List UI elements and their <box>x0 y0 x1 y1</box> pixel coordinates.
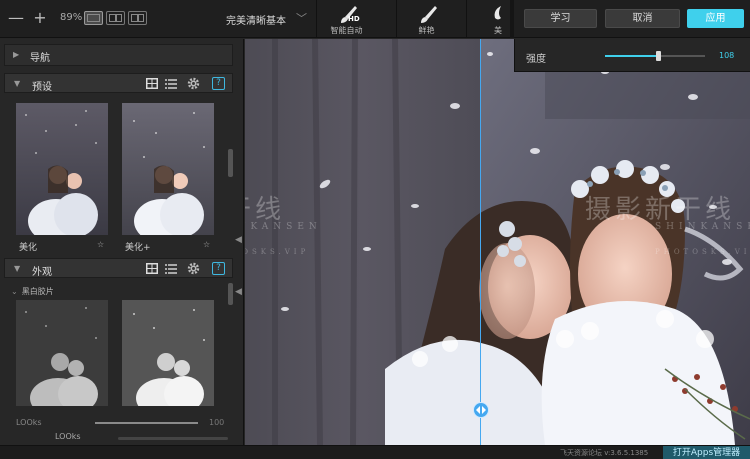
zoom-in-button[interactable]: + <box>32 8 48 27</box>
presets-title: 预设 <box>32 82 52 93</box>
watermark-left-en: SHINKANSEN <box>245 222 322 232</box>
split-view-icon[interactable] <box>128 11 147 25</box>
image-canvas[interactable]: 摄影新干线 SHINKANSEN PHOTOSKS.VIP 摄影新干线 SHIN… <box>245 39 750 445</box>
strength-slider[interactable] <box>605 51 705 61</box>
appearance-section-header[interactable]: ▼ 外观 ? <box>4 258 233 278</box>
list-view-icon[interactable] <box>165 78 177 89</box>
group-caption[interactable]: ⌄ 黑白胶片 <box>11 286 54 297</box>
collapse-arrow-icon: ▼ <box>14 79 21 88</box>
photo-preview <box>245 39 750 445</box>
gear-icon[interactable] <box>187 77 200 90</box>
brush-icon <box>397 4 456 24</box>
looks-label: LOOks <box>16 418 42 427</box>
expand-arrow-icon: ▶ <box>13 50 20 59</box>
preset-label: 美化 <box>19 243 38 253</box>
strength-slider-thumb[interactable] <box>656 51 661 61</box>
single-view-icon[interactable] <box>84 11 103 25</box>
navigation-section[interactable]: ▶ 导航 <box>4 44 233 66</box>
preset-name[interactable]: 完美清晰基本 <box>226 12 286 27</box>
collapse-left-panel-icon[interactable]: ◀ <box>235 235 242 245</box>
compare-split-line[interactable] <box>480 39 481 445</box>
watermark-left: 摄影新干线 <box>245 195 286 225</box>
strength-slider-fill <box>605 55 658 57</box>
appearance-title: 外观 <box>32 267 52 278</box>
tool-beauty[interactable]: 美 <box>466 0 510 38</box>
zoom-out-button[interactable]: — <box>8 8 24 27</box>
watermark-right-en: SHINKANSEN <box>655 222 750 232</box>
left-panel: ▶ 导航 ▼ 预设 ? 美化 ☆ 美化+ ☆ ▼ 外观 ? ⌄ 黑白胶片 LOO… <box>0 39 244 445</box>
status-bar: 飞天资源论坛 v:3.6.5.1385 打开Apps管理器 <box>0 445 750 459</box>
tool-vivid[interactable]: 鲜艳 <box>396 0 456 38</box>
side-by-side-view-icon[interactable] <box>106 11 125 25</box>
svg-text:HD: HD <box>348 15 360 23</box>
brush-icon <box>467 4 510 24</box>
look-thumbnail[interactable] <box>16 300 108 406</box>
collapse-arrow-icon: ▼ <box>14 264 21 273</box>
navigation-title: 导航 <box>30 53 50 64</box>
gear-icon[interactable] <box>187 262 200 275</box>
looks-value: 100 <box>209 418 225 427</box>
appearance-scrollbar[interactable] <box>228 283 233 305</box>
favorite-star-icon[interactable]: ☆ <box>97 240 104 249</box>
watermark-left-url: PHOTOSKS.VIP <box>245 248 310 256</box>
watermark-right: 摄影新干线 <box>585 195 736 225</box>
tool-label: 美 <box>494 26 502 35</box>
preset-label: 美化+ <box>125 243 151 253</box>
open-apps-manager-button[interactable]: 打开Apps管理器 <box>663 446 750 459</box>
bw-photo-icon <box>122 300 214 406</box>
preset-thumbnail[interactable] <box>16 103 108 235</box>
horizontal-scrollbar[interactable] <box>118 437 228 440</box>
double-arrow-icon <box>476 406 486 414</box>
grid-view-icon[interactable] <box>146 78 158 89</box>
favorite-star-icon[interactable]: ☆ <box>203 240 210 249</box>
watermark-right-url: PHOTOSKS.VIP <box>655 248 750 256</box>
tool-label: 鲜艳 <box>418 26 435 35</box>
tool-label: 智能自动 <box>330 26 363 35</box>
toolbar-divider <box>510 0 514 38</box>
looks-mini-label: LOOks <box>55 432 81 441</box>
split-drag-handle[interactable] <box>473 402 489 418</box>
grid-view-icon[interactable] <box>146 263 158 274</box>
group-label: 黑白胶片 <box>21 287 54 296</box>
list-view-icon[interactable] <box>165 263 177 274</box>
looks-slider[interactable] <box>95 422 198 424</box>
strength-label: 强度 <box>526 54 546 65</box>
strength-panel: 强度 108 <box>514 39 750 72</box>
preset-photo-icon <box>122 103 214 235</box>
preset-photo-icon <box>16 103 108 235</box>
app-window: — + 89% 完美清晰基本 ﹀ HD 智能自动 鲜艳 美 学习 取消 应用 ▶… <box>0 0 750 459</box>
group-caret-icon: ⌄ <box>11 287 18 296</box>
brush-hd-icon: HD <box>317 4 376 24</box>
strength-value: 108 <box>719 51 735 60</box>
presets-section-header[interactable]: ▼ 预设 ? <box>4 73 233 93</box>
cancel-button[interactable]: 取消 <box>605 9 680 28</box>
learn-button[interactable]: 学习 <box>524 9 597 28</box>
version-text: 飞天资源论坛 v:3.6.5.1385 <box>560 449 649 457</box>
tool-smart-auto[interactable]: HD 智能自动 <box>316 0 376 38</box>
preset-dropdown-icon[interactable]: ﹀ <box>296 10 307 26</box>
zoom-level[interactable]: 89% <box>60 12 82 23</box>
presets-scrollbar[interactable] <box>228 149 233 177</box>
look-thumbnail[interactable] <box>122 300 214 406</box>
collapse-left-panel-icon[interactable]: ◀ <box>235 287 242 297</box>
help-icon[interactable]: ? <box>212 77 225 90</box>
top-toolbar: — + 89% 完美清晰基本 ﹀ HD 智能自动 鲜艳 美 学习 取消 应用 <box>0 0 750 38</box>
preset-thumbnail[interactable] <box>122 103 214 235</box>
help-icon[interactable]: ? <box>212 262 225 275</box>
apply-button[interactable]: 应用 <box>687 9 744 28</box>
bw-photo-icon <box>16 300 108 406</box>
looks-slider-fill <box>95 422 198 424</box>
